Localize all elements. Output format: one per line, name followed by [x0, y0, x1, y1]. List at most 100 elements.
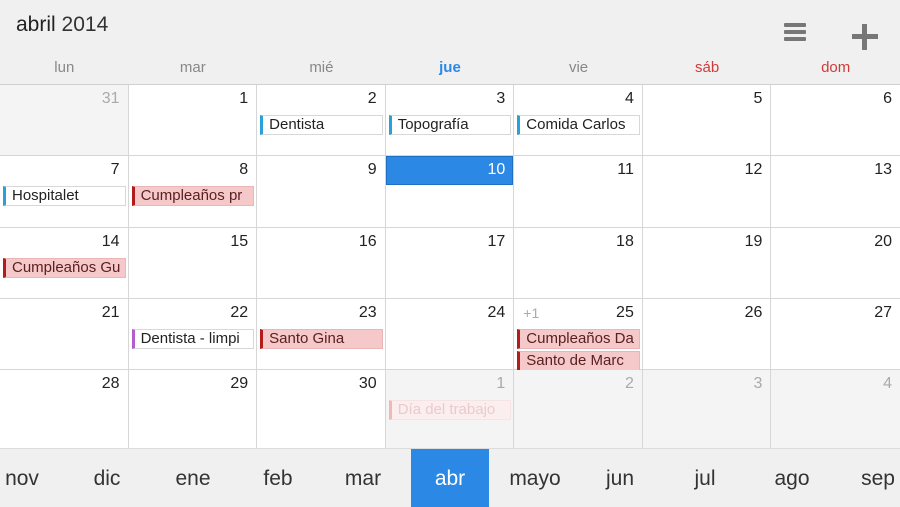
- day-cell[interactable]: 27: [771, 299, 900, 370]
- event-chip[interactable]: Topografía: [388, 115, 512, 135]
- day-cell[interactable]: 7 Hospitalet: [0, 156, 129, 228]
- day-number: 24: [487, 304, 506, 321]
- month-tab-mayo[interactable]: mayo: [496, 449, 574, 507]
- more-events-indicator[interactable]: +1: [523, 305, 539, 321]
- day-number: 17: [487, 233, 506, 250]
- day-cell[interactable]: 3: [642, 370, 772, 449]
- day-number: 22: [230, 304, 249, 321]
- day-cell[interactable]: 31: [0, 85, 129, 156]
- month-title: abril: [16, 13, 56, 36]
- day-cell[interactable]: 5: [642, 85, 772, 156]
- event-chip[interactable]: Cumpleaños Da: [517, 329, 640, 349]
- day-number: 7: [110, 161, 120, 178]
- day-cell[interactable]: 17: [385, 228, 515, 299]
- week-row: 14 Cumpleaños Gu 15 16 17 18 19 20: [0, 228, 900, 299]
- weekday-label: dom: [821, 59, 851, 76]
- day-cell[interactable]: 1: [128, 85, 258, 156]
- day-cell[interactable]: 3 Topografía: [385, 85, 515, 156]
- event-chip[interactable]: Día del trabajo: [388, 400, 512, 420]
- day-number: 16: [358, 233, 377, 250]
- month-tab-abr[interactable]: abr: [411, 449, 489, 507]
- day-number: 18: [616, 233, 634, 250]
- event-chip[interactable]: Dentista: [260, 115, 383, 135]
- day-number: 29: [230, 375, 249, 392]
- day-cell[interactable]: 4: [771, 370, 900, 449]
- month-tab-feb[interactable]: feb: [239, 449, 317, 507]
- event-chip[interactable]: Dentista - limpi: [131, 329, 255, 349]
- day-cell[interactable]: 19: [642, 228, 772, 299]
- page-title: abril 2014: [16, 13, 108, 37]
- day-number: 3: [753, 375, 763, 392]
- day-number: 21: [101, 304, 120, 321]
- day-number: 4: [883, 375, 892, 392]
- day-number: 11: [617, 161, 634, 178]
- day-number: 2: [367, 90, 377, 107]
- header: abril 2014: [0, 0, 900, 56]
- day-cell[interactable]: 15: [128, 228, 258, 299]
- month-tab-ene[interactable]: ene: [154, 449, 232, 507]
- day-number: 3: [496, 90, 506, 107]
- day-number: 4: [624, 90, 634, 107]
- day-cell[interactable]: 20: [771, 228, 900, 299]
- day-cell[interactable]: 2 Dentista: [257, 85, 386, 156]
- weekday-label: mié: [309, 59, 334, 76]
- day-number: 26: [744, 304, 763, 321]
- event-chip[interactable]: Hospitalet: [3, 186, 126, 206]
- day-number: 19: [744, 233, 763, 250]
- event-chip[interactable]: Cumpleaños pr: [131, 186, 255, 206]
- day-cell[interactable]: 30: [257, 370, 386, 449]
- day-number: 25: [616, 304, 634, 321]
- add-event-icon[interactable]: [852, 24, 878, 50]
- day-cell[interactable]: 16: [257, 228, 386, 299]
- week-row: 7 Hospitalet 8 Cumpleaños pr 9 10 11 12 13: [0, 156, 900, 228]
- day-number: 14: [101, 233, 120, 250]
- day-cell[interactable]: 12: [642, 156, 772, 228]
- event-chip[interactable]: Santo de Marc: [517, 351, 640, 371]
- month-tab-dic[interactable]: dic: [68, 449, 146, 507]
- day-cell[interactable]: 26: [642, 299, 772, 370]
- month-tab-jun[interactable]: jun: [581, 449, 659, 507]
- day-cell[interactable]: 22 Dentista - limpi: [128, 299, 258, 370]
- day-number: 1: [239, 90, 249, 107]
- weekday-label: mar: [179, 59, 206, 76]
- menu-icon[interactable]: [784, 23, 808, 47]
- day-number: 23: [358, 304, 377, 321]
- day-number: 30: [358, 375, 377, 392]
- month-tab-ago[interactable]: ago: [753, 449, 831, 507]
- day-cell[interactable]: 28: [0, 370, 129, 449]
- day-number: 15: [230, 233, 249, 250]
- day-number: 2: [624, 375, 634, 392]
- week-row: 21 22 Dentista - limpi 23 Santo Gina 24 25 +1 Cu…: [0, 299, 900, 371]
- event-chip[interactable]: Comida Carlos: [517, 115, 640, 135]
- event-chip[interactable]: Santo Gina: [260, 329, 383, 349]
- day-cell[interactable]: 9: [257, 156, 386, 228]
- week-row: 28 29 30 1 Día del trabajo 2 3 4: [0, 370, 900, 449]
- day-cell[interactable]: 8 Cumpleaños pr: [128, 156, 258, 228]
- day-cell[interactable]: 1 Día del trabajo: [385, 370, 515, 449]
- month-tab-sep[interactable]: sep: [839, 449, 900, 507]
- month-tab-nov[interactable]: nov: [0, 449, 61, 507]
- day-number: 12: [744, 161, 763, 178]
- day-number: 9: [367, 161, 377, 178]
- day-cell[interactable]: 25 +1 Cumpleaños Da Santo de Marc: [514, 299, 643, 371]
- day-cell[interactable]: 11: [514, 156, 643, 228]
- day-cell-today[interactable]: 10: [385, 156, 515, 228]
- weekday-label: jue: [439, 59, 461, 76]
- day-cell[interactable]: 29: [128, 370, 258, 449]
- day-cell[interactable]: 2: [514, 370, 643, 449]
- month-tab-mar[interactable]: mar: [324, 449, 402, 507]
- week-row: 31 1 2 Dentista 3 Topografía 4 Comida Carlos 5 6: [0, 85, 900, 156]
- day-cell[interactable]: 14 Cumpleaños Gu: [0, 228, 129, 299]
- day-number: 28: [101, 375, 120, 392]
- day-cell[interactable]: 23 Santo Gina: [257, 299, 386, 370]
- month-tab-jul[interactable]: jul: [666, 449, 744, 507]
- weekday-label: lun: [54, 59, 75, 76]
- event-chip[interactable]: Cumpleaños Gu: [3, 258, 126, 278]
- day-cell[interactable]: 4 Comida Carlos: [514, 85, 643, 156]
- day-cell[interactable]: 13: [771, 156, 900, 228]
- day-cell[interactable]: 24: [385, 299, 515, 370]
- day-cell[interactable]: 18: [514, 228, 643, 299]
- day-cell[interactable]: 21: [0, 299, 129, 370]
- day-cell[interactable]: 6: [771, 85, 900, 156]
- day-number: 31: [101, 90, 120, 107]
